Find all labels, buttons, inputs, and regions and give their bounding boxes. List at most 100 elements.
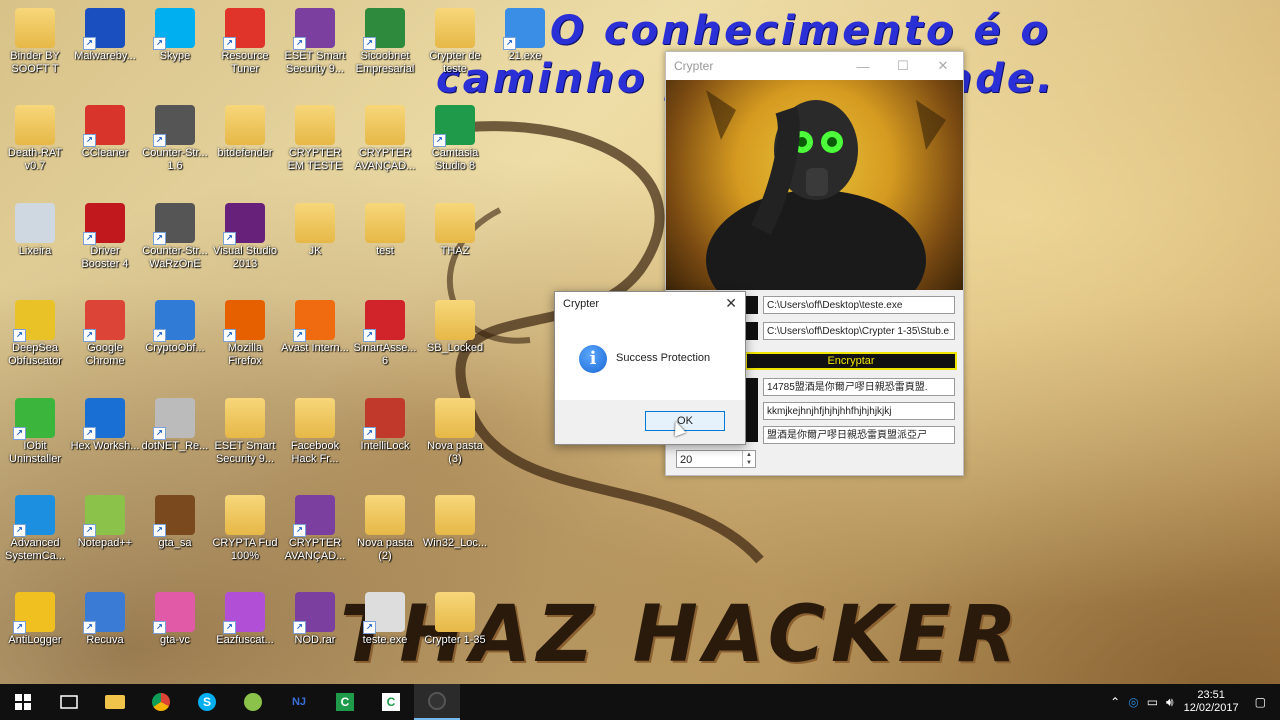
taskbar-app-nj[interactable]: NJ <box>276 684 322 720</box>
taskbar-crypter[interactable] <box>414 684 460 720</box>
folder-icon <box>225 495 265 535</box>
desktop-icon-label: Mozilla Firefox <box>227 342 263 367</box>
desktop-icon[interactable]: ↗ Mozilla Firefox <box>210 300 280 368</box>
key-input-3[interactable]: 盟酒是你爾ㄕ嘐日親恐雷頁盟派亞ㄕ <box>763 426 955 444</box>
desktop-icon[interactable]: ↗ 21.exe <box>490 8 560 63</box>
volume-icon[interactable]: 🔊︎ <box>1166 695 1174 710</box>
stepper-arrows-icon[interactable]: ▲ ▼ <box>742 451 755 467</box>
desktop-icon[interactable]: ↗ Google Chrome <box>70 300 140 368</box>
desktop-icon[interactable]: ↗ Visual Studio 2013 <box>210 203 280 271</box>
taskbar-camtasia[interactable]: C <box>322 684 368 720</box>
desktop-icon[interactable]: Lixeira <box>0 203 70 258</box>
desktop-icon[interactable]: ↗ dotNET_Re... <box>140 398 210 453</box>
desktop-icon[interactable]: ↗ Camtasia Studio 8 <box>420 105 490 173</box>
desktop-icon[interactable]: ↗ Recuva <box>70 592 140 647</box>
message-dialog[interactable]: Crypter ✕ i Success Protection OK <box>554 291 746 445</box>
crypter-titlebar[interactable]: Crypter — ☐ ✕ <box>666 52 963 80</box>
desktop-icon[interactable]: ↗ IntelliLock <box>350 398 420 453</box>
winrar-icon: ↗ <box>293 495 335 537</box>
number-stepper[interactable]: 20 ▲ ▼ <box>676 450 756 468</box>
desktop-icon[interactable]: Crypter de teste <box>420 8 490 76</box>
desktop-icon[interactable]: JK <box>280 203 350 258</box>
taskbar-app-green[interactable] <box>230 684 276 720</box>
desktop-icon[interactable]: ↗ Sicoobnet Empresarial <box>350 8 420 76</box>
minimize-button[interactable]: — <box>843 59 883 74</box>
desktop-icon[interactable]: Crypter 1-35 <box>420 592 490 647</box>
tray-app-icon[interactable]: ◎ <box>1128 695 1138 709</box>
shortcut-arrow-icon: ↗ <box>223 37 236 50</box>
desktop-icon[interactable]: Death-RAT v0.7 <box>0 105 70 173</box>
desktop-icon-label: Sicoobnet Empresarial <box>355 50 415 75</box>
desktop-icon-label: ESET Smart Security 9... <box>284 50 346 75</box>
desktop-icon-label: Binder BY SOOFT T <box>10 50 60 75</box>
desktop-icon[interactable]: Facebook Hack Fr... <box>280 398 350 466</box>
stub-browse-button[interactable] <box>744 322 758 340</box>
close-button[interactable]: ✕ <box>923 58 963 74</box>
shortcut-arrow-icon: ↗ <box>153 232 166 245</box>
desktop-icon[interactable]: ↗ Advanced SystemCa... <box>0 495 70 563</box>
desktop-icon[interactable]: CRYPTA Fud 100% <box>210 495 280 563</box>
folder-icon <box>435 592 475 632</box>
desktop-icon[interactable]: ↗ CCleaner <box>70 105 140 160</box>
desktop-icon[interactable]: CRYPTER EM TESTE <box>280 105 350 173</box>
file-path-input[interactable]: C:\Users\off\Desktop\teste.exe <box>763 296 955 314</box>
desktop-icon[interactable]: ↗ DeepSea Obfuscator <box>0 300 70 368</box>
key-input-1[interactable]: 14785盟酒是你爾ㄕ嘐日親恐雷頁盟. <box>763 378 955 396</box>
desktop-icon[interactable]: SB_Locked <box>420 300 490 355</box>
desktop-icon[interactable]: Nova pasta (3) <box>420 398 490 466</box>
desktop-icon-label: DeepSea Obfuscator <box>8 342 62 367</box>
desktop-icon[interactable]: ↗ Malwareby... <box>70 8 140 63</box>
desktop-icon[interactable]: ↗ ESET Smart Security 9... <box>280 8 350 76</box>
advanced-systemcare-icon: ↗ <box>13 495 55 537</box>
action-center-icon[interactable]: ▢ <box>1255 695 1266 709</box>
ok-button[interactable]: OK <box>645 411 725 431</box>
maximize-button[interactable]: ☐ <box>883 58 923 74</box>
desktop-icon[interactable]: THAZ <box>420 203 490 258</box>
desktop-icon[interactable]: ↗ Counter-Str... 1.6 <box>140 105 210 173</box>
desktop-icon[interactable]: ↗ gta-vc <box>140 592 210 647</box>
desktop-icon[interactable]: ↗ CRYPTER AVANÇAD... <box>280 495 350 563</box>
key-input-2[interactable]: kkmjkejhnjhfjhjhjhhfhjhjhjkjkj <box>763 402 955 420</box>
desktop-icon-label: IObit Uninstaller <box>9 440 61 465</box>
desktop-icon[interactable]: Win32_Loc... <box>420 495 490 550</box>
desktop-icon[interactable]: Nova pasta (2) <box>350 495 420 563</box>
desktop-icon[interactable]: ↗ Driver Booster 4 <box>70 203 140 271</box>
desktop-icon[interactable]: ↗ SmartAsse... 6 <box>350 300 420 368</box>
taskbar-chrome[interactable] <box>138 684 184 720</box>
desktop-icon[interactable]: ↗ teste.exe <box>350 592 420 647</box>
desktop-icon[interactable]: ↗ Skype <box>140 8 210 63</box>
folder-icon <box>435 495 475 535</box>
tray-chevron-up-icon[interactable]: ⌃ <box>1110 695 1120 709</box>
desktop-icon[interactable]: ↗ AntiLogger <box>0 592 70 647</box>
shortcut-arrow-icon: ↗ <box>153 427 166 440</box>
desktop-icon[interactable]: ↗ NOD.rar <box>280 592 350 647</box>
start-button[interactable] <box>0 684 46 720</box>
desktop-icon-label: CRYPTER EM TESTE <box>287 147 343 172</box>
desktop-icon[interactable]: ↗ Avast Intern... <box>280 300 350 355</box>
desktop-icon[interactable]: ↗ Eazfuscat... <box>210 592 280 647</box>
desktop-icon[interactable]: ↗ Resource Tuner <box>210 8 280 76</box>
network-icon[interactable]: ▭ <box>1147 695 1158 709</box>
dialog-close-icon[interactable]: ✕ <box>725 295 737 312</box>
desktop-icon[interactable]: ↗ Counter-Str... WaRzOnE <box>140 203 210 271</box>
taskbar-clock[interactable]: 23:51 12/02/2017 <box>1184 689 1239 715</box>
shortcut-arrow-icon: ↗ <box>293 37 306 50</box>
taskbar-file-explorer[interactable] <box>92 684 138 720</box>
desktop-icon[interactable]: ↗ Hex Worksh... <box>70 398 140 453</box>
stub-path-input[interactable]: C:\Users\off\Desktop\Crypter 1-35\Stub.e <box>763 322 955 340</box>
desktop-icon[interactable]: ↗ gta_sa <box>140 495 210 550</box>
desktop-icon[interactable]: bitdefender <box>210 105 280 160</box>
file-browse-button[interactable] <box>744 296 758 314</box>
folder-icon <box>435 398 475 438</box>
desktop-icon[interactable]: test <box>350 203 420 258</box>
taskbar-skype[interactable]: S <box>184 684 230 720</box>
desktop-icon[interactable]: ↗ IObit Uninstaller <box>0 398 70 466</box>
desktop-icon[interactable]: ESET Smart Security 9... <box>210 398 280 466</box>
desktop-icon[interactable]: CRYPTER AVANÇAD... <box>350 105 420 173</box>
desktop-icon[interactable]: Binder BY SOOFT T <box>0 8 70 76</box>
taskbar-camtasia-recorder[interactable]: C <box>368 684 414 720</box>
task-view-button[interactable] <box>46 684 92 720</box>
desktop-icon[interactable]: ↗ Notepad++ <box>70 495 140 550</box>
encrypt-button[interactable]: Encryptar <box>745 352 957 370</box>
desktop-icon[interactable]: ↗ CryptoObf... <box>140 300 210 355</box>
